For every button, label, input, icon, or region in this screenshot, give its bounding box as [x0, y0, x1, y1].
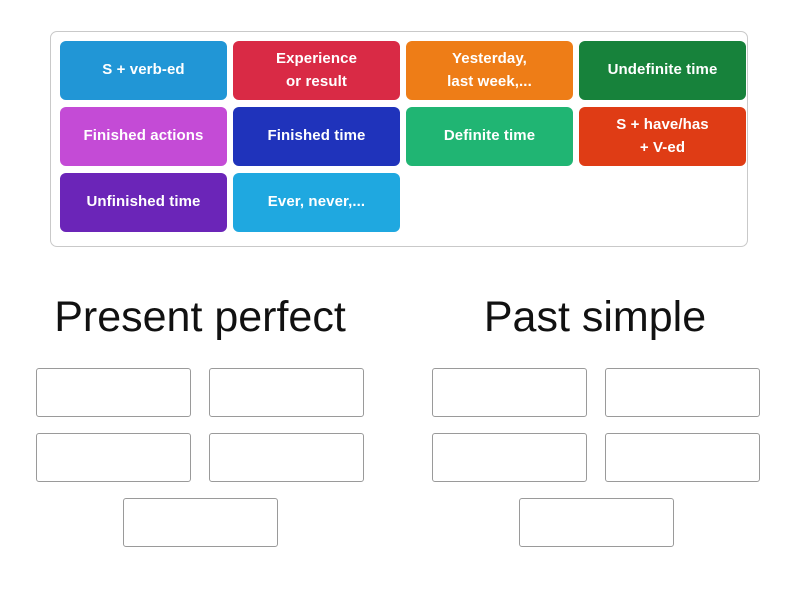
dropzone-slot[interactable] [36, 433, 191, 482]
dropzone-slot[interactable] [432, 433, 587, 482]
dropzone-slot[interactable] [605, 433, 760, 482]
dropzone-slot[interactable] [122, 498, 278, 547]
dropzone-group-past-simple [410, 368, 782, 547]
tile-row: S + verb-ed Experience or result Yesterd… [60, 41, 747, 100]
dropzone-slot[interactable] [605, 368, 760, 417]
draggable-tile[interactable]: Unfinished time [60, 173, 227, 232]
dropzone-slot[interactable] [518, 498, 674, 547]
draggable-tile[interactable]: Yesterday, last week,... [406, 41, 573, 100]
draggable-tile[interactable]: Ever, never,... [233, 173, 400, 232]
tile-tray: S + verb-ed Experience or result Yesterd… [50, 31, 748, 247]
dropzone-slot[interactable] [36, 368, 191, 417]
dropzone-row [36, 433, 364, 482]
tile-tray-rows: S + verb-ed Experience or result Yesterd… [60, 41, 747, 232]
dropzone-slot[interactable] [209, 368, 364, 417]
draggable-tile[interactable]: Finished actions [60, 107, 227, 166]
draggable-tile[interactable]: Experience or result [233, 41, 400, 100]
dropzone-slot[interactable] [209, 433, 364, 482]
group-title-past-simple: Past simple [483, 293, 707, 341]
draggable-tile[interactable]: S + have/has + V-ed [579, 107, 746, 166]
dropzone-row [432, 433, 760, 482]
tile-row: Unfinished time Ever, never,... [60, 173, 747, 232]
dropzone-slot[interactable] [432, 368, 587, 417]
dropzone-row [122, 498, 278, 547]
dropzone-row [36, 368, 364, 417]
draggable-tile[interactable]: Definite time [406, 107, 573, 166]
draggable-tile[interactable]: S + verb-ed [60, 41, 227, 100]
dropzone-group-present-perfect [14, 368, 386, 547]
tile-row: Finished actions Finished time Definite … [60, 107, 747, 166]
dropzone-row [518, 498, 674, 547]
draggable-tile[interactable]: Finished time [233, 107, 400, 166]
group-title-present-perfect: Present perfect [54, 293, 346, 341]
draggable-tile[interactable]: Undefinite time [579, 41, 746, 100]
dropzone-row [432, 368, 760, 417]
